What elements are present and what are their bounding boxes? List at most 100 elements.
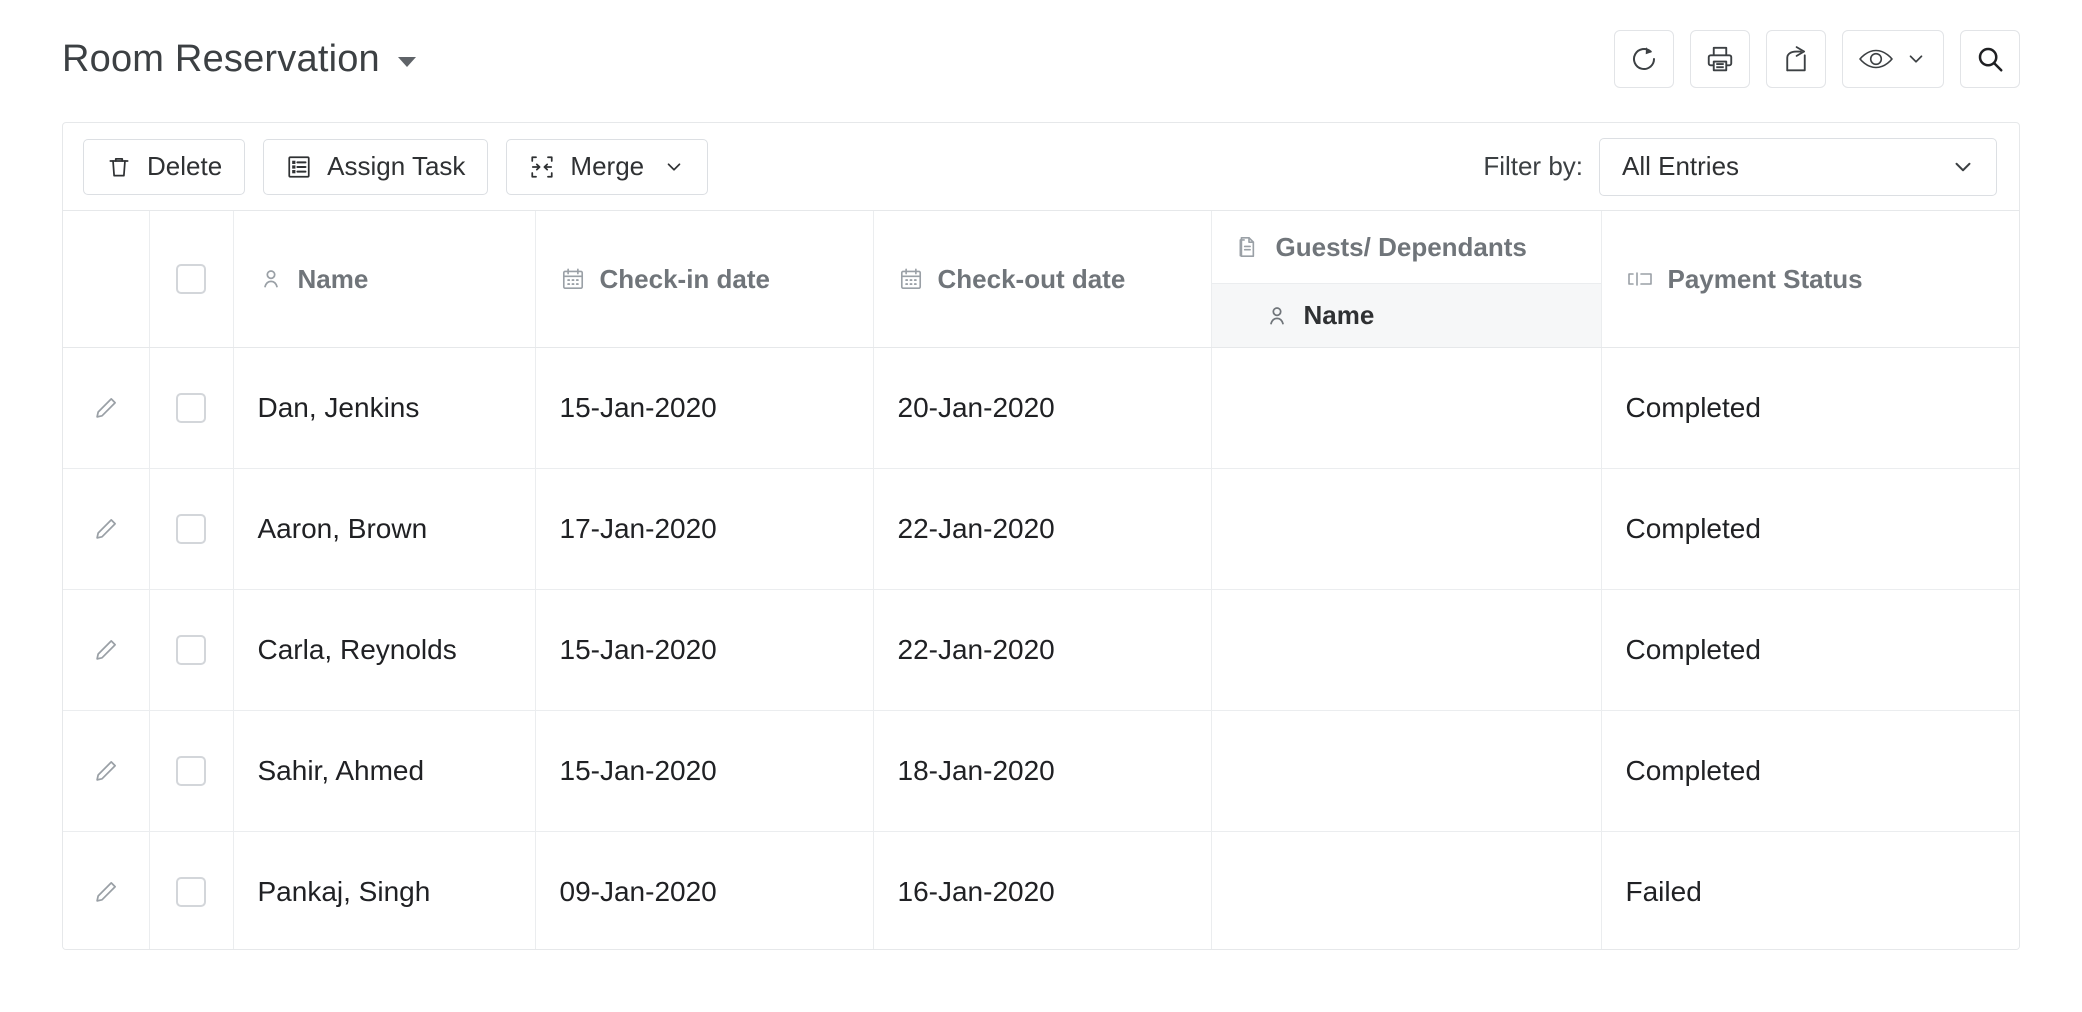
row-payment-status: Completed bbox=[1625, 634, 1761, 665]
table-row[interactable]: Dan, Jenkins 15-Jan-2020 20-Jan-2020 Com… bbox=[63, 347, 2019, 469]
delete-label: Delete bbox=[147, 151, 223, 181]
row-guest-cell bbox=[1211, 710, 1602, 832]
filter-selected-value: All Entries bbox=[1622, 151, 1740, 181]
column-header-checkin[interactable]: Check-in date bbox=[535, 211, 874, 348]
row-checkbox[interactable] bbox=[176, 635, 206, 665]
page-title-area[interactable]: Room Reservation bbox=[62, 38, 416, 81]
chevron-down-icon[interactable] bbox=[1905, 48, 1927, 70]
records-card: Delete Assign Task Merge Filter by: All … bbox=[62, 122, 2020, 950]
column-header-payment-status[interactable]: Payment Status bbox=[1601, 211, 2019, 348]
pencil-icon[interactable] bbox=[92, 515, 120, 543]
row-guest bbox=[1212, 348, 1601, 468]
share-button[interactable] bbox=[1766, 30, 1826, 88]
row-checkout: 22-Jan-2020 bbox=[897, 634, 1055, 665]
row-payment-status: Completed bbox=[1625, 513, 1761, 544]
row-select-cell[interactable] bbox=[149, 831, 234, 949]
column-header-checkout[interactable]: Check-out date bbox=[873, 211, 1212, 348]
picklist-icon bbox=[1627, 272, 1652, 286]
pencil-icon[interactable] bbox=[92, 878, 120, 906]
row-checkbox[interactable] bbox=[176, 393, 206, 423]
row-checkout: 18-Jan-2020 bbox=[897, 755, 1055, 786]
row-name: Dan, Jenkins bbox=[257, 392, 420, 423]
row-edit-cell[interactable] bbox=[63, 468, 150, 590]
toolbar-actions: Delete Assign Task Merge bbox=[83, 138, 709, 195]
row-name: Aaron, Brown bbox=[257, 513, 428, 544]
column-header-label: Payment Status bbox=[1667, 263, 1863, 294]
merge-icon bbox=[531, 155, 554, 178]
row-payment-status: Failed bbox=[1625, 876, 1702, 907]
records-toolbar: Delete Assign Task Merge Filter by: All … bbox=[63, 123, 2019, 211]
refresh-icon bbox=[1633, 47, 1655, 70]
merge-button[interactable]: Merge bbox=[506, 138, 709, 195]
row-payment-cell: Completed bbox=[1601, 347, 2019, 469]
row-checkin: 17-Jan-2020 bbox=[559, 513, 717, 544]
refresh-button[interactable] bbox=[1614, 30, 1674, 88]
row-guest bbox=[1212, 590, 1601, 710]
row-checkbox[interactable] bbox=[176, 756, 206, 786]
row-select-cell[interactable] bbox=[149, 347, 234, 469]
row-select-cell[interactable] bbox=[149, 710, 234, 832]
row-name-cell: Carla, Reynolds bbox=[233, 589, 536, 711]
assign-task-button[interactable]: Assign Task bbox=[263, 138, 489, 195]
row-checkin: 15-Jan-2020 bbox=[559, 392, 717, 423]
column-header-select-all bbox=[149, 211, 234, 348]
row-guest-cell bbox=[1211, 347, 1602, 469]
row-name-cell: Sahir, Ahmed bbox=[233, 710, 536, 832]
filter-select[interactable]: All Entries bbox=[1599, 137, 1997, 196]
select-all-checkbox[interactable] bbox=[176, 264, 206, 294]
eye-icon bbox=[1859, 49, 1893, 69]
table-row[interactable]: Aaron, Brown 17-Jan-2020 22-Jan-2020 Com… bbox=[63, 468, 2019, 590]
row-edit-cell[interactable] bbox=[63, 831, 150, 949]
row-checkin-cell: 17-Jan-2020 bbox=[535, 468, 874, 590]
pencil-icon[interactable] bbox=[92, 757, 120, 785]
table-header: Name Check-in date Check-out date Guests… bbox=[63, 211, 2019, 348]
row-payment-status: Completed bbox=[1625, 392, 1761, 423]
search-icon bbox=[1978, 47, 2003, 72]
page-title: Room Reservation bbox=[62, 37, 380, 80]
row-guest bbox=[1212, 469, 1601, 589]
view-button[interactable] bbox=[1842, 30, 1944, 88]
pencil-icon[interactable] bbox=[92, 394, 120, 422]
column-header-name[interactable]: Name bbox=[233, 211, 536, 348]
row-select-cell[interactable] bbox=[149, 589, 234, 711]
row-name-cell: Aaron, Brown bbox=[233, 468, 536, 590]
column-header-label: Name bbox=[297, 263, 369, 294]
row-guest-cell bbox=[1211, 589, 1602, 711]
row-edit-cell[interactable] bbox=[63, 347, 150, 469]
row-name: Sahir, Ahmed bbox=[257, 755, 425, 786]
search-button[interactable] bbox=[1960, 30, 2020, 88]
row-checkin-cell: 15-Jan-2020 bbox=[535, 589, 874, 711]
row-checkin-cell: 15-Jan-2020 bbox=[535, 710, 874, 832]
row-payment-cell: Completed bbox=[1601, 589, 2019, 711]
row-checkbox[interactable] bbox=[176, 877, 206, 907]
delete-button[interactable]: Delete bbox=[83, 138, 246, 195]
row-edit-cell[interactable] bbox=[63, 589, 150, 711]
table-row[interactable]: Carla, Reynolds 15-Jan-2020 22-Jan-2020 … bbox=[63, 589, 2019, 711]
chevron-down-icon[interactable] bbox=[663, 156, 685, 178]
row-guest-cell bbox=[1211, 468, 1602, 590]
caret-down-icon[interactable] bbox=[397, 57, 416, 67]
header-actions bbox=[1614, 30, 2020, 88]
column-header-guests[interactable]: Guests/ Dependants Name bbox=[1211, 211, 1602, 348]
row-checkout-cell: 22-Jan-2020 bbox=[873, 589, 1212, 711]
filter-by-label: Filter by: bbox=[1483, 151, 1583, 181]
column-header-label: Guests/ Dependants bbox=[1275, 231, 1527, 262]
column-header-label: Check-in date bbox=[599, 263, 771, 294]
row-select-cell[interactable] bbox=[149, 468, 234, 590]
row-guest bbox=[1212, 711, 1601, 831]
row-checkout: 20-Jan-2020 bbox=[897, 392, 1055, 423]
row-payment-status: Completed bbox=[1625, 755, 1761, 786]
row-edit-cell[interactable] bbox=[63, 710, 150, 832]
table-header-row: Name Check-in date Check-out date Guests… bbox=[63, 211, 2019, 348]
table-row[interactable]: Sahir, Ahmed 15-Jan-2020 18-Jan-2020 Com… bbox=[63, 710, 2019, 832]
share-icon bbox=[1786, 46, 1806, 72]
table-row[interactable]: Pankaj, Singh 09-Jan-2020 16-Jan-2020 Fa… bbox=[63, 831, 2019, 949]
row-checkout: 16-Jan-2020 bbox=[897, 876, 1055, 907]
print-button[interactable] bbox=[1690, 30, 1750, 88]
row-checkbox[interactable] bbox=[176, 514, 206, 544]
row-name: Carla, Reynolds bbox=[257, 634, 457, 665]
pencil-icon[interactable] bbox=[92, 636, 120, 664]
column-subheader-guest-name[interactable]: Name bbox=[1211, 283, 1601, 347]
row-payment-cell: Failed bbox=[1601, 831, 2019, 949]
row-payment-cell: Completed bbox=[1601, 468, 2019, 590]
